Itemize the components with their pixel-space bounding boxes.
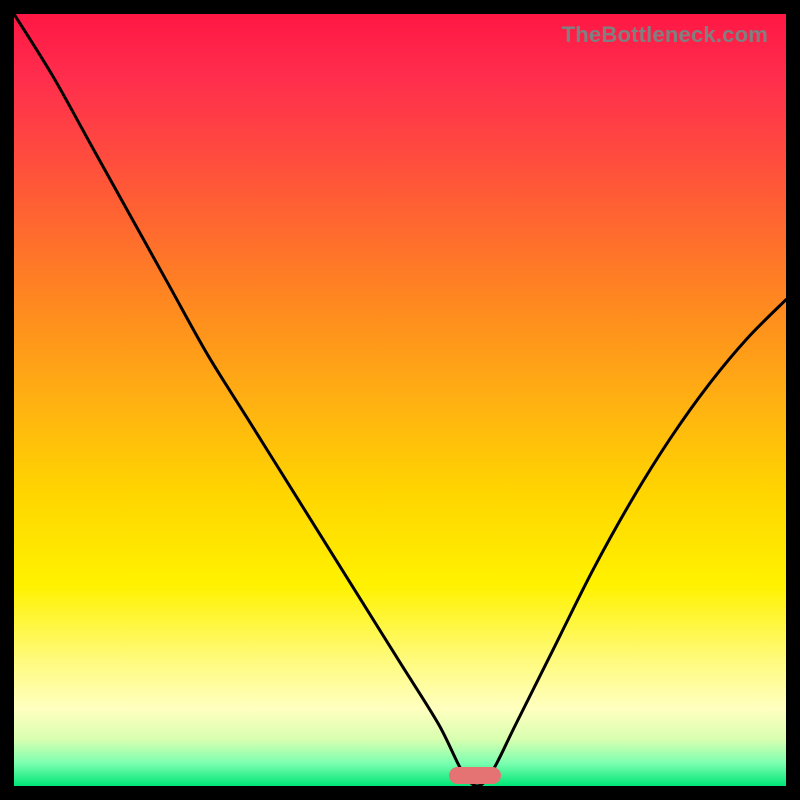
chart-plot-area: TheBottleneck.com xyxy=(14,14,786,786)
bottleneck-curve xyxy=(14,14,786,786)
optimal-range-marker xyxy=(449,767,501,784)
